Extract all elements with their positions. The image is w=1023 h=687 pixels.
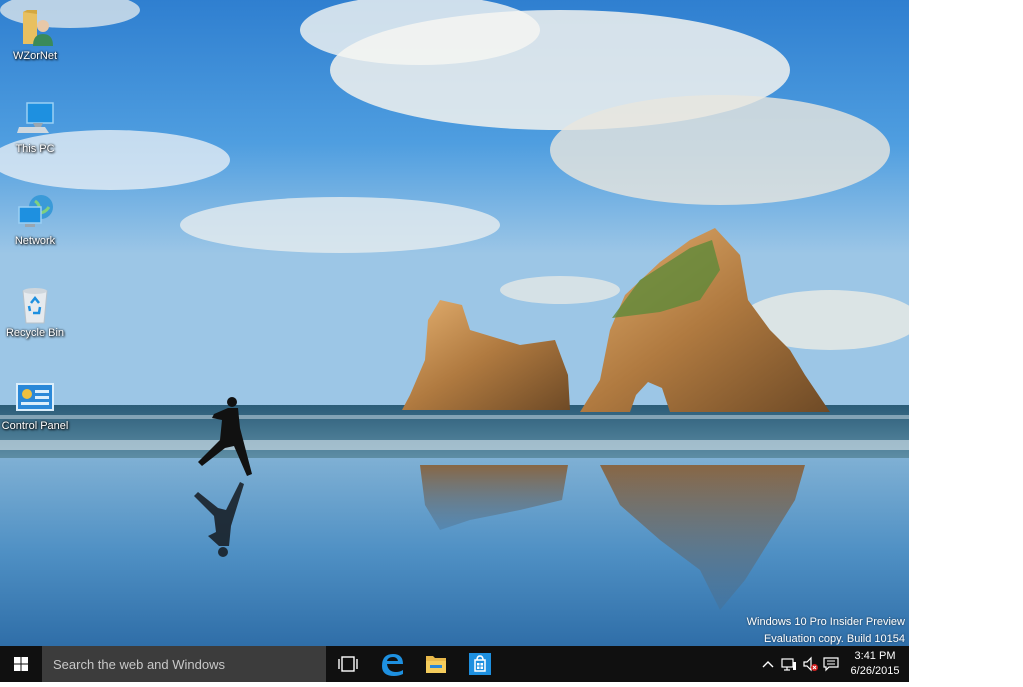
file-explorer-taskbar-button[interactable] [414, 646, 458, 682]
wallpaper [0, 0, 909, 646]
desktop-icon-wzornet[interactable]: WZorNet [0, 8, 70, 63]
edge-browser-icon [382, 654, 403, 676]
desktop-icon-control-panel[interactable]: Control Panel [0, 378, 70, 433]
task-view-button[interactable] [326, 646, 370, 682]
desktop-icon-label: Network [14, 235, 56, 247]
control-panel-icon [15, 378, 55, 418]
clock-date: 6/26/2015 [850, 665, 900, 677]
recycle-bin-icon [15, 285, 55, 325]
store-taskbar-button[interactable] [458, 646, 502, 682]
edge-taskbar-button[interactable] [370, 646, 414, 682]
file-explorer-icon [426, 656, 446, 673]
desktop[interactable]: WZorNet This PC Network Recycle Bin Cont… [0, 0, 909, 646]
desktop-icon-label: WZorNet [13, 50, 57, 62]
search-input[interactable]: Search the web and Windows [42, 646, 326, 682]
action-center-icon[interactable] [823, 656, 839, 672]
start-button[interactable] [0, 646, 42, 682]
task-view-icon [338, 656, 358, 672]
taskbar: Search the web and Windows 3:41 PM 6/26/… [0, 646, 909, 682]
watermark-line-2: Evaluation copy. Build 10154 [763, 633, 905, 645]
computer-icon [15, 101, 55, 141]
desktop-icon-label: Recycle Bin [5, 327, 65, 339]
volume-muted-icon[interactable] [802, 656, 818, 672]
watermark-line-1: Windows 10 Pro Insider Preview [746, 616, 905, 628]
chevron-up-icon[interactable] [760, 656, 776, 672]
network-icon [15, 193, 55, 233]
desktop-icon-label: Control Panel [1, 420, 69, 432]
taskbar-clock[interactable]: 3:41 PM 6/26/2015 [845, 649, 905, 679]
network-icon[interactable] [781, 656, 797, 672]
windows-logo-icon [14, 657, 28, 671]
search-placeholder: Search the web and Windows [53, 657, 225, 672]
desktop-icon-recycle-bin[interactable]: Recycle Bin [0, 285, 70, 340]
desktop-icon-network[interactable]: Network [0, 193, 70, 248]
user-folder-icon [15, 8, 55, 48]
blank-margin [909, 0, 1023, 682]
clock-time: 3:41 PM [854, 650, 896, 662]
store-icon [469, 653, 491, 675]
desktop-icon-this-pc[interactable]: This PC [0, 101, 70, 156]
desktop-icon-label: This PC [15, 143, 55, 155]
build-watermark: Windows 10 Pro Insider Preview Evaluatio… [747, 614, 905, 646]
